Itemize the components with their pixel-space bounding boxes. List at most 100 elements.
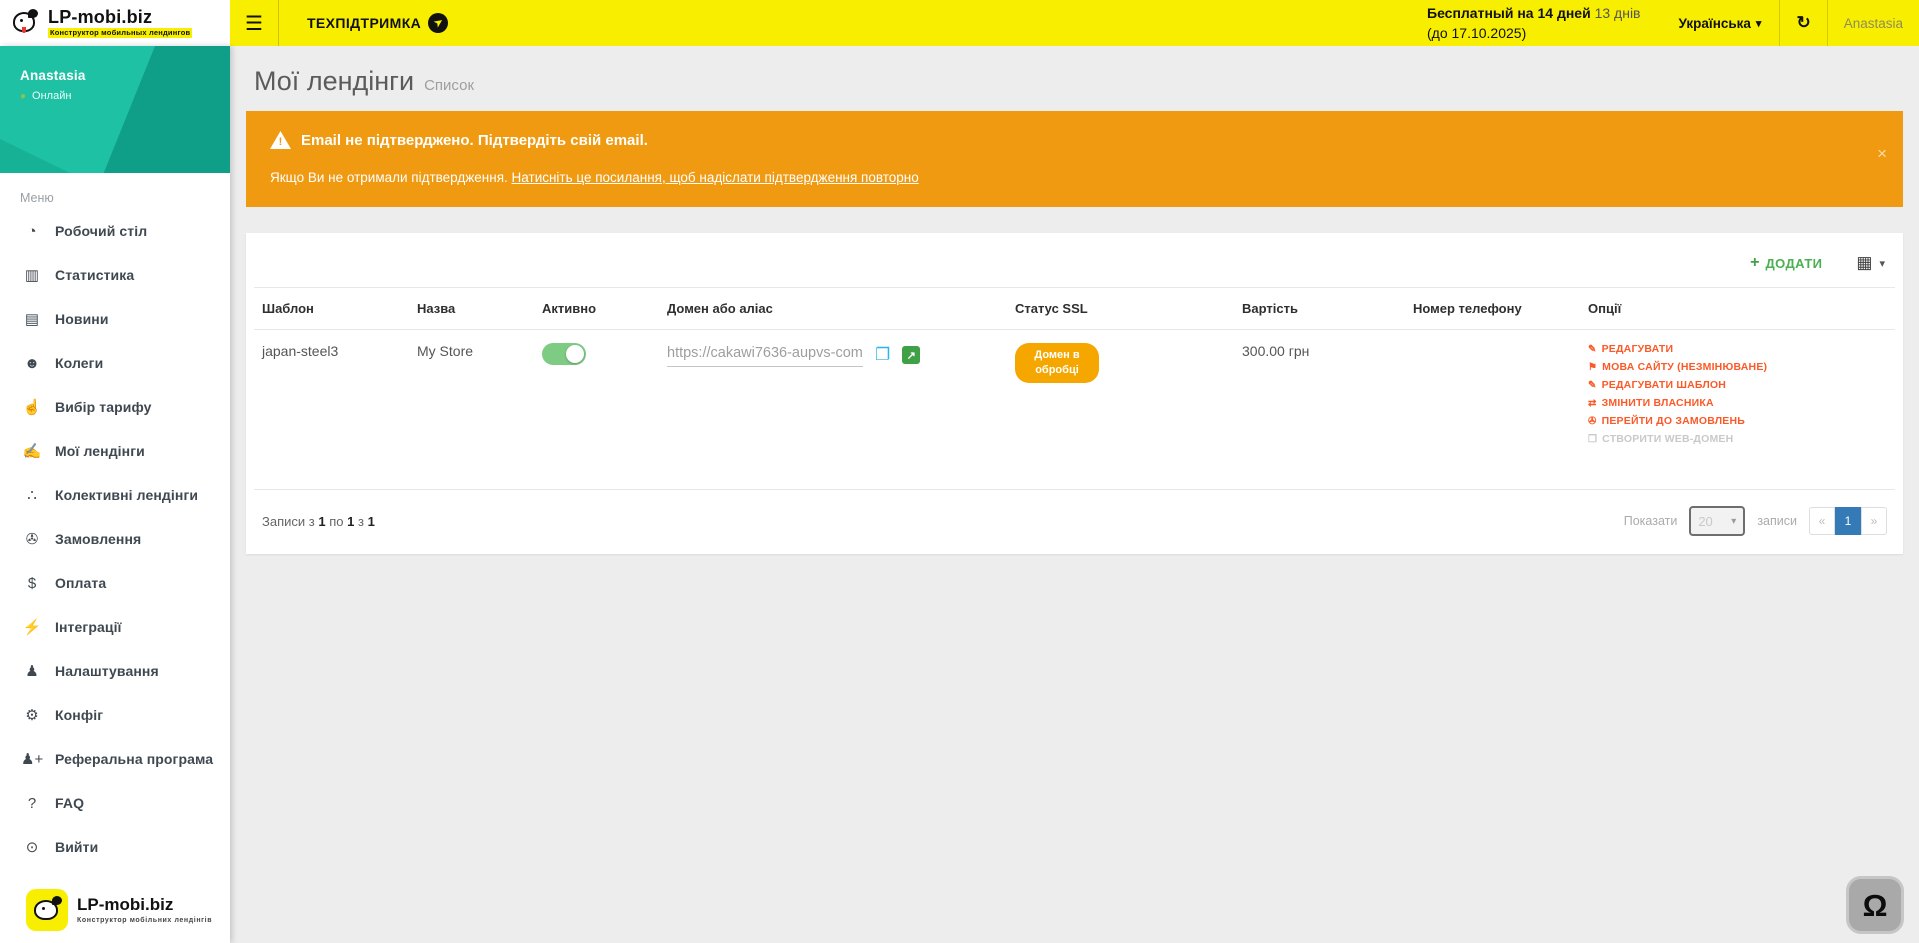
sidebar-item-label: Оплата xyxy=(55,575,106,591)
refresh-icon: ↻ xyxy=(1796,13,1810,33)
hamburger-menu-icon[interactable]: ☰ xyxy=(230,0,279,46)
pagination: « 1 » xyxy=(1809,507,1887,535)
sidebar-item-statistics[interactable]: ▥ Статистика xyxy=(0,253,230,297)
sidebar-user-status: Онлайн xyxy=(32,90,71,102)
add-button-label: ДОДАТИ xyxy=(1766,256,1823,271)
support-label: ТЕХПІДТРИМКА xyxy=(307,15,421,31)
page-subtitle: Список xyxy=(424,77,474,94)
clone-icon: ❐ xyxy=(1588,434,1597,445)
exchange-icon: ⇄ xyxy=(1588,398,1597,409)
sidebar-user-panel: Anastasia ● Онлайн xyxy=(0,46,230,173)
cell-phone xyxy=(1405,330,1580,490)
sidebar-item-news[interactable]: ▤ Новини xyxy=(0,297,230,341)
sidebar-item-label: Вибір тарифу xyxy=(55,399,152,415)
option-label: ЗМІНИТИ ВЛАСНИКА xyxy=(1602,397,1714,409)
chevron-down-icon: ▾ xyxy=(1756,17,1762,30)
column-settings-dropdown[interactable]: ▦ ▾ xyxy=(1856,253,1885,273)
option-go-to-orders[interactable]: ✇ ПЕРЕЙТИ ДО ЗАМОВЛЕНЬ xyxy=(1588,415,1887,427)
pagination-prev-button[interactable]: « xyxy=(1809,507,1835,535)
question-icon: ? xyxy=(21,795,43,812)
sidebar-item-tariff[interactable]: ☝ Вибір тарифу xyxy=(0,385,230,429)
support-chat-button[interactable]: Ω xyxy=(1846,876,1904,934)
refresh-button[interactable]: ↻ xyxy=(1779,0,1827,46)
col-header-domain: Домен або аліас xyxy=(659,288,1007,330)
option-label: СТВОРИТИ WEB-ДОМЕН xyxy=(1602,433,1733,445)
col-header-active: Активно xyxy=(534,288,659,330)
sidebar-item-label: Вийти xyxy=(55,839,98,855)
trial-until: (до 17.10.2025) xyxy=(1427,23,1641,43)
sidebar-item-collective-landings[interactable]: ∴ Колективні лендінги xyxy=(0,473,230,517)
sidebar-item-logout[interactable]: ⊙ Вийти xyxy=(0,825,230,869)
brand-subtitle: Конструктор мобильных лендингов xyxy=(48,28,192,38)
records-label: записи xyxy=(1757,514,1797,528)
power-icon: ⊙ xyxy=(21,838,43,856)
footer-brand-title: LP-mobi.biz xyxy=(77,896,212,913)
footer-brand-subtitle: Конструктор мобільних лендінгів xyxy=(77,917,212,924)
page-size-select[interactable]: 20 ▾ xyxy=(1689,506,1745,536)
option-site-language[interactable]: ⚑ МОВА САЙТУ (НЕЗМІНЮВАНЕ) xyxy=(1588,361,1887,373)
sidebar-item-label: Колеги xyxy=(55,355,103,371)
sidebar-item-referral[interactable]: ♟+ Реферальна програма xyxy=(0,737,230,781)
warning-icon: ! xyxy=(270,131,291,149)
sidebar-item-dashboard[interactable]: ◔ Робочий стіл xyxy=(0,209,230,253)
table-grid-icon: ▦ xyxy=(1856,253,1872,273)
sidebar-item-label: Інтеграції xyxy=(55,619,122,635)
brand-logo[interactable]: LP-mobi.biz Конструктор мобильных лендин… xyxy=(0,0,230,46)
language-label: Українська xyxy=(1679,16,1751,31)
sidebar-item-label: Конфіг xyxy=(55,707,103,723)
sidebar-item-label: Реферальна програма xyxy=(55,751,213,767)
col-header-phone: Номер телефону xyxy=(1405,288,1580,330)
sidebar-item-colleagues[interactable]: ☻ Колеги xyxy=(0,341,230,385)
sidebar-item-label: Статистика xyxy=(55,267,134,283)
option-edit-template[interactable]: ✎ РЕДАГУВАТИ ШАБЛОН xyxy=(1588,379,1887,391)
sidebar-item-label: Мої лендінги xyxy=(55,443,145,459)
resend-confirmation-link[interactable]: Натисніть це посилання, щоб надіслати пі… xyxy=(512,170,919,185)
dog-mascot-icon xyxy=(10,8,40,38)
dollar-icon: $ xyxy=(21,575,43,592)
domain-input[interactable] xyxy=(667,343,863,367)
option-edit[interactable]: ✎ РЕДАГУВАТИ xyxy=(1588,343,1887,355)
trial-plan: Бесплатный на 14 дней xyxy=(1427,5,1591,21)
col-header-template: Шаблон xyxy=(254,288,409,330)
gear-icon: ⚙ xyxy=(21,706,43,724)
language-selector[interactable]: Українська ▾ xyxy=(1661,16,1780,31)
cell-price: 300.00 грн xyxy=(1234,330,1405,490)
cart-icon: ✇ xyxy=(1588,416,1597,427)
alert-line-prefix: Якщо Ви не отримали підтвердження. xyxy=(270,170,508,185)
sidebar-item-payment[interactable]: $ Оплата xyxy=(0,561,230,605)
online-status-icon: ● xyxy=(20,91,26,102)
col-header-name: Назва xyxy=(409,288,534,330)
sidebar-item-integrations[interactable]: ⚡ Інтеграції xyxy=(0,605,230,649)
header-username[interactable]: Anastasia xyxy=(1828,16,1919,31)
plus-icon: + xyxy=(1750,254,1759,272)
records-info: Записи з 1 по 1 з 1 xyxy=(262,514,375,529)
active-toggle[interactable] xyxy=(542,343,586,365)
pagination-next-button[interactable]: » xyxy=(1861,507,1887,535)
option-change-owner[interactable]: ⇄ ЗМІНИТИ ВЛАСНИКА xyxy=(1588,397,1887,409)
trial-days-left: 13 днів xyxy=(1595,5,1641,21)
sidebar-item-label: Новини xyxy=(55,311,109,327)
sidebar-item-label: Робочий стіл xyxy=(55,223,147,239)
show-label: Показати xyxy=(1624,514,1678,528)
external-link-icon[interactable]: ↗ xyxy=(902,346,920,364)
news-icon: ▤ xyxy=(21,310,43,328)
sidebar-item-orders[interactable]: ✇ Замовлення xyxy=(0,517,230,561)
close-icon[interactable]: × xyxy=(1877,144,1887,164)
add-landing-button[interactable]: + ДОДАТИ xyxy=(1750,254,1822,272)
pagination-page-1-button[interactable]: 1 xyxy=(1835,507,1861,535)
email-warning-banner: ! Email не підтверджено. Підтвердіть сві… xyxy=(246,111,1903,207)
sidebar-item-config[interactable]: ⚙ Конфіг xyxy=(0,693,230,737)
sidebar-item-settings[interactable]: ♟ Налаштування xyxy=(0,649,230,693)
copy-icon[interactable]: ❐ xyxy=(875,345,890,365)
sidebar-user-name: Anastasia xyxy=(20,68,230,83)
option-label: ПЕРЕЙТИ ДО ЗАМОВЛЕНЬ xyxy=(1602,415,1745,427)
option-create-web-domain: ❐ СТВОРИТИ WEB-ДОМЕН xyxy=(1588,433,1887,445)
chevron-down-icon: ▾ xyxy=(1731,516,1736,527)
sidebar-item-faq[interactable]: ? FAQ xyxy=(0,781,230,825)
landings-table: Шаблон Назва Активно Домен або аліас Ста… xyxy=(254,287,1895,490)
support-link[interactable]: ТЕХПІДТРИМКА ➤ xyxy=(307,13,448,33)
alert-title-text: Email не підтверджено. Підтвердіть свій … xyxy=(301,132,648,149)
telegram-icon: ➤ xyxy=(428,13,448,33)
sidebar-item-my-landings[interactable]: ✍ Мої лендінги xyxy=(0,429,230,473)
landings-panel: + ДОДАТИ ▦ ▾ Шаблон Назва Активн xyxy=(246,233,1903,554)
